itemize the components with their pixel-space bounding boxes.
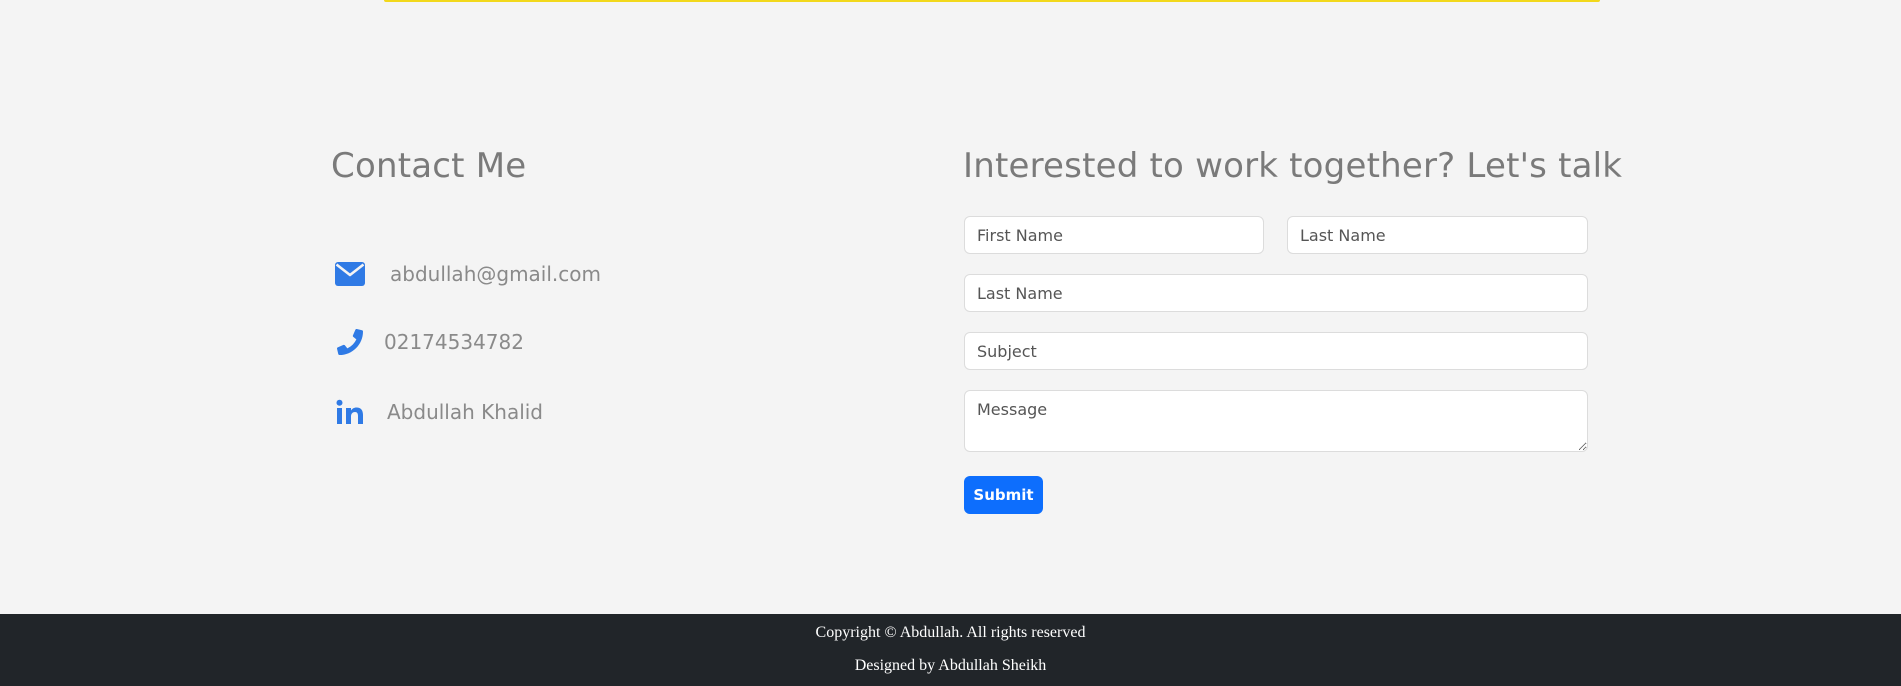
email-input[interactable] (964, 274, 1588, 312)
contact-linkedin[interactable]: Abdullah Khalid (334, 396, 543, 428)
footer-designed-by: Designed by Abdullah Sheikh (854, 657, 1047, 674)
top-accent-line (384, 0, 1600, 2)
contact-title: Contact Me (331, 146, 527, 186)
last-name-input[interactable] (1287, 216, 1588, 254)
contact-email-text: abdullah@gmail.com (390, 262, 601, 286)
message-textarea[interactable] (964, 390, 1588, 452)
form-title: Interested to work together? Let's talk (963, 146, 1623, 186)
first-name-input[interactable] (964, 216, 1264, 254)
contact-phone-text: 02174534782 (384, 330, 524, 354)
footer: Copyright © Abdullah. All rights reserve… (0, 614, 1901, 686)
linkedin-icon (334, 396, 366, 428)
contact-linkedin-text: Abdullah Khalid (387, 400, 544, 424)
footer-copyright: Copyright © Abdullah. All rights reserve… (815, 624, 1086, 641)
phone-icon (334, 326, 366, 358)
envelope-icon (334, 258, 366, 290)
subject-input[interactable] (964, 332, 1588, 370)
contact-phone[interactable]: 02174534782 (334, 326, 524, 358)
submit-button[interactable]: Submit (964, 476, 1043, 514)
contact-email[interactable]: abdullah@gmail.com (334, 258, 601, 290)
